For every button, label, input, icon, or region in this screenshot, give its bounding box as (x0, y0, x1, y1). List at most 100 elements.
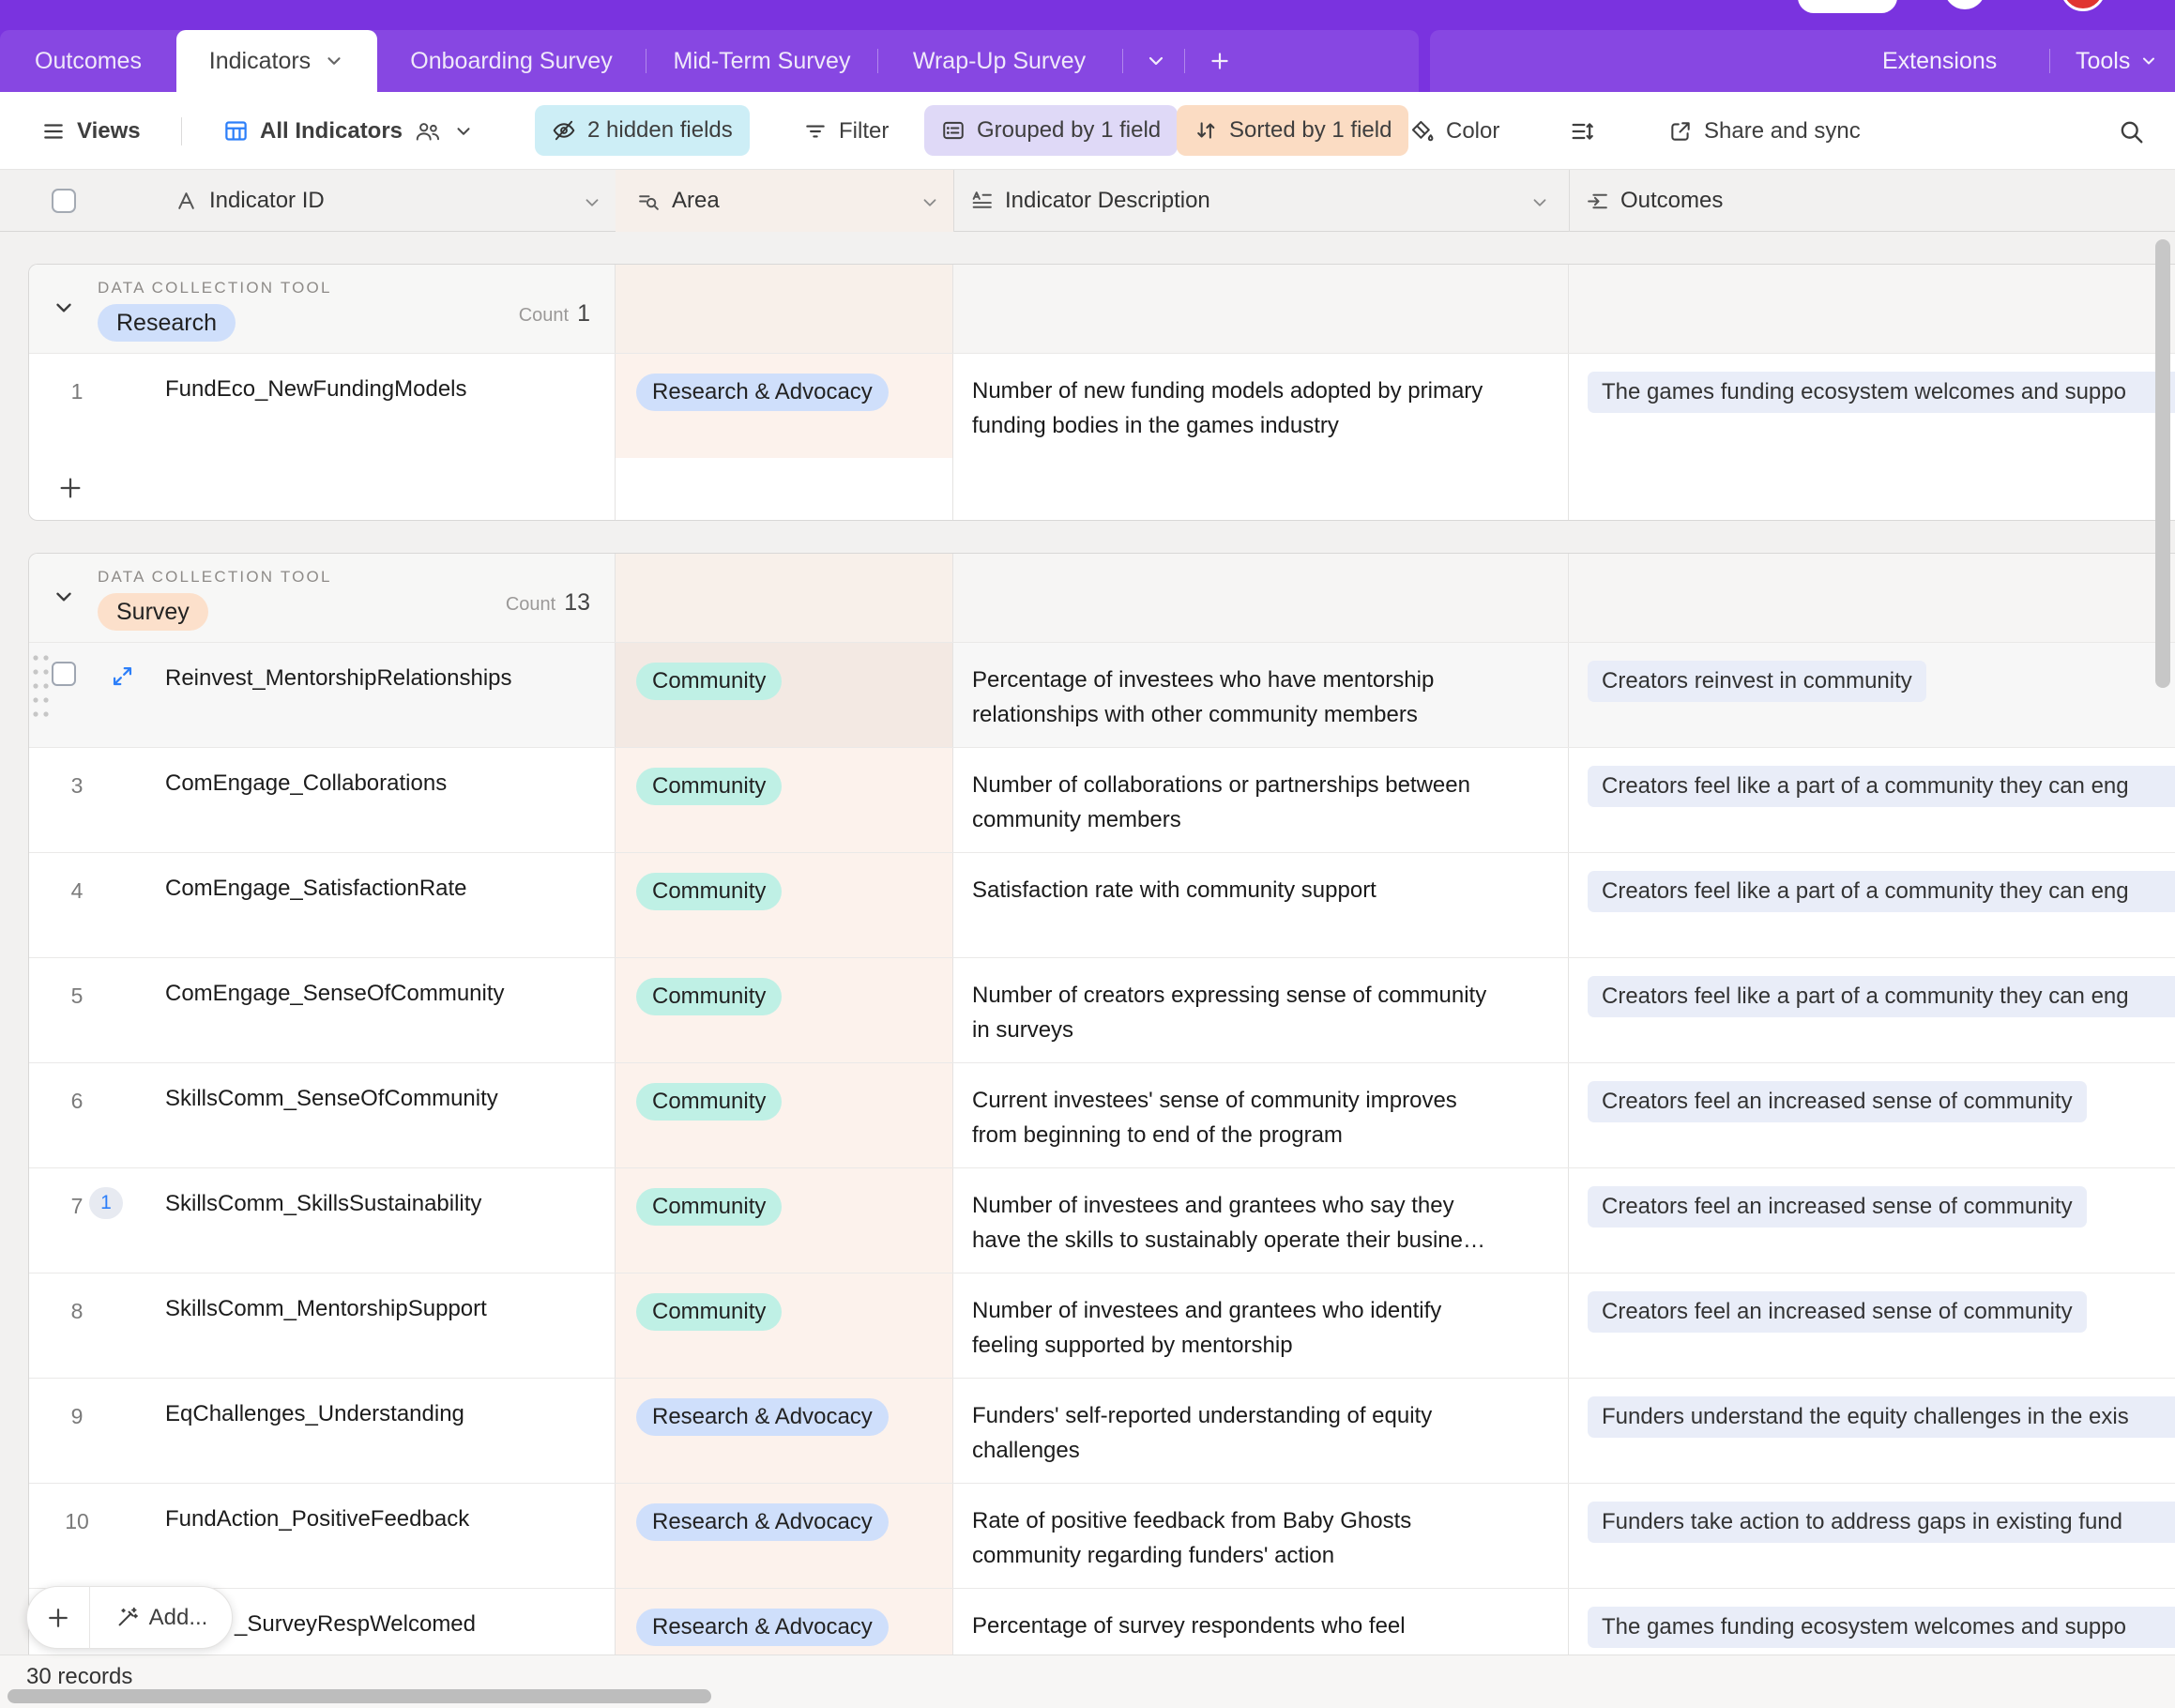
cell-outcomes[interactable]: Creators feel an increased sense of comm… (1569, 1168, 2175, 1273)
cell-area[interactable]: Community (616, 1063, 953, 1167)
cell-indicator-description[interactable]: Number of new funding models adopted by … (953, 354, 1569, 458)
extensions-button[interactable]: Extensions (1882, 30, 1997, 92)
collapse-group-chevron-icon[interactable] (52, 585, 76, 609)
cell-outcomes[interactable]: Funders take action to address gaps in e… (1569, 1484, 2175, 1588)
cell-outcomes[interactable]: The games funding ecosystem welcomes and… (1569, 1589, 2175, 1655)
search-button[interactable] (2117, 92, 2145, 170)
cell-indicator-description[interactable]: Number of collaborations or partnerships… (953, 748, 1569, 852)
comment-count-badge[interactable]: 1 (89, 1187, 123, 1219)
view-switcher[interactable]: All Indicators (223, 92, 474, 170)
views-button[interactable]: Views (41, 92, 141, 170)
more-tabs-chevron-icon[interactable] (1132, 30, 1180, 92)
hidden-fields-button[interactable]: 2 hidden fields (535, 105, 750, 156)
chevron-down-icon[interactable] (1529, 192, 1550, 213)
cell-area[interactable]: Community (616, 853, 953, 957)
tab-wrap-up-survey[interactable]: Wrap-Up Survey (878, 30, 1120, 92)
cell-area[interactable]: Community (616, 958, 953, 1062)
table-row[interactable]: Reinvest_MentorshipRelationships Communi… (29, 642, 2175, 747)
row-checkbox[interactable] (52, 662, 76, 686)
cell-indicator-id[interactable]: 5 ComEngage_SenseOfCommunity (29, 958, 616, 1062)
table-row[interactable]: 3 ComEngage_Collaborations Community Num… (29, 747, 2175, 852)
tab-outcomes[interactable]: Outcomes (0, 30, 176, 92)
table-row[interactable]: 5 ComEngage_SenseOfCommunity Community N… (29, 957, 2175, 1062)
cell-indicator-id[interactable]: Reinvest_MentorshipRelationships (29, 643, 616, 747)
tab-indicators[interactable]: Indicators (176, 30, 377, 92)
area-select-pill: Community (636, 1293, 782, 1331)
cell-outcomes[interactable]: Creators feel like a part of a community… (1569, 853, 2175, 957)
cell-outcomes[interactable]: Creators feel like a part of a community… (1569, 958, 2175, 1062)
cell-indicator-description[interactable]: Rate of positive feedback from Baby Ghos… (953, 1484, 1569, 1588)
avatar[interactable] (2061, 0, 2106, 11)
cell-indicator-description[interactable]: Funders' self-reported understanding of … (953, 1379, 1569, 1483)
vertical-scrollbar[interactable] (2155, 239, 2170, 688)
expand-record-icon[interactable] (110, 663, 135, 689)
table-row[interactable]: 71 SkillsComm_SkillsSustainability Commu… (29, 1167, 2175, 1273)
chevron-down-icon[interactable] (920, 192, 940, 213)
cell-indicator-description[interactable]: Percentage of survey respondents who fee… (953, 1589, 1569, 1655)
tab-onboarding-survey[interactable]: Onboarding Survey (377, 30, 646, 92)
add-row-in-group[interactable] (29, 458, 2175, 520)
cell-indicator-description[interactable]: Current investees' sense of community im… (953, 1063, 1569, 1167)
cell-area[interactable]: Community (616, 748, 953, 852)
tab-mid-term-survey[interactable]: Mid-Term Survey (646, 30, 877, 92)
table-row[interactable]: 1 FundEco_NewFundingModels Research & Ad… (29, 353, 2175, 458)
cell-outcomes[interactable]: Creators feel an increased sense of comm… (1569, 1273, 2175, 1378)
help-circle-sliver[interactable] (1944, 0, 1985, 9)
cell-indicator-id[interactable]: 1 FundEco_NewFundingModels (29, 354, 616, 458)
grouped-button[interactable]: Grouped by 1 field (924, 105, 1178, 156)
cell-outcomes[interactable]: Creators feel an increased sense of comm… (1569, 1063, 2175, 1167)
cell-indicator-description[interactable]: Satisfaction rate with community support (953, 853, 1569, 957)
table-row[interactable]: 8 SkillsComm_MentorshipSupport Community… (29, 1273, 2175, 1378)
cell-indicator-id[interactable]: 3 ComEngage_Collaborations (29, 748, 616, 852)
plus-icon[interactable] (55, 473, 85, 503)
cell-area[interactable]: Research & Advocacy (616, 1589, 953, 1655)
cell-outcomes[interactable]: The games funding ecosystem welcomes and… (1569, 354, 2175, 458)
drag-handle-icon[interactable] (31, 652, 52, 720)
share-and-sync-button[interactable]: Share and sync (1668, 92, 1861, 170)
chevron-down-icon[interactable] (582, 192, 602, 213)
color-button[interactable]: Color (1409, 92, 1499, 170)
cell-indicator-description[interactable]: Number of investees and grantees who say… (953, 1168, 1569, 1273)
column-header-indicator-id[interactable]: Indicator ID (175, 170, 325, 232)
cell-indicator-id[interactable]: 6 SkillsComm_SenseOfCommunity (29, 1063, 616, 1167)
sorted-button[interactable]: Sorted by 1 field (1177, 105, 1408, 156)
cell-outcomes[interactable]: Creators reinvest in community (1569, 643, 2175, 747)
cell-indicator-description[interactable]: Number of creators expressing sense of c… (953, 958, 1569, 1062)
outcome-linked-record-pill: The games funding ecosystem welcomes and… (1588, 372, 2175, 413)
group-header: DATA COLLECTION TOOL Research Count1 (29, 265, 2175, 353)
cell-indicator-description[interactable]: Percentage of investees who have mentors… (953, 643, 1569, 747)
table-row[interactable]: 10 FundAction_PositiveFeedback Research … (29, 1483, 2175, 1588)
row-height-button[interactable] (1569, 92, 1595, 170)
add-record-button[interactable] (27, 1604, 89, 1632)
table-row[interactable]: 4 ComEngage_SatisfactionRate Community S… (29, 852, 2175, 957)
cell-area[interactable]: Community (616, 1168, 953, 1273)
cell-indicator-id[interactable]: 9 EqChallenges_Understanding (29, 1379, 616, 1483)
cell-indicator-id[interactable]: 4 ComEngage_SatisfactionRate (29, 853, 616, 957)
cell-area[interactable]: Research & Advocacy (616, 1379, 953, 1483)
column-header-area[interactable]: Area (616, 170, 953, 232)
table-row[interactable]: 6 SkillsComm_SenseOfCommunity Community … (29, 1062, 2175, 1167)
add-table-plus-icon[interactable] (1194, 30, 1246, 92)
cell-area[interactable]: Research & Advocacy (616, 1484, 953, 1588)
cell-area[interactable]: Community (616, 643, 953, 747)
column-header-indicator-description[interactable]: Indicator Description (970, 170, 1210, 232)
filter-button[interactable]: Filter (803, 92, 889, 170)
cell-area[interactable]: Community (616, 1273, 953, 1378)
topbar-button-sliver[interactable] (1798, 0, 1897, 13)
cell-indicator-id[interactable]: 71 SkillsComm_SkillsSustainability (29, 1168, 616, 1273)
cell-outcomes[interactable]: Funders understand the equity challenges… (1569, 1379, 2175, 1483)
table-row[interactable]: _SurveyRespWelcomed Research & Advocacy … (29, 1588, 2175, 1655)
cell-area[interactable]: Research & Advocacy (616, 354, 953, 458)
column-header-outcomes[interactable]: Outcomes (1586, 170, 1723, 232)
horizontal-scrollbar[interactable] (8, 1689, 711, 1703)
tools-button[interactable]: Tools (2076, 30, 2158, 92)
add-with-ai-button[interactable]: Add... (90, 1605, 232, 1631)
cell-indicator-description[interactable]: Number of investees and grantees who ide… (953, 1273, 1569, 1378)
select-all-checkbox[interactable] (52, 170, 76, 232)
collapse-group-chevron-icon[interactable] (52, 296, 76, 320)
table-row[interactable]: 9 EqChallenges_Understanding Research & … (29, 1378, 2175, 1483)
cell-indicator-id[interactable]: 10 FundAction_PositiveFeedback (29, 1484, 616, 1588)
description-line: Percentage of investees who have mentors… (972, 663, 1545, 697)
cell-indicator-id[interactable]: 8 SkillsComm_MentorshipSupport (29, 1273, 616, 1378)
cell-outcomes[interactable]: Creators feel like a part of a community… (1569, 748, 2175, 852)
